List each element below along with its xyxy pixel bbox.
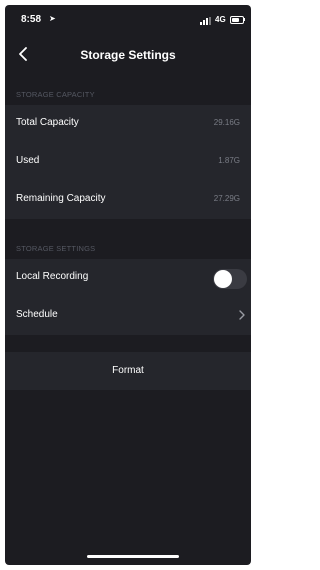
remaining-capacity-label: Remaining Capacity bbox=[16, 193, 106, 204]
used-value: 1.87G bbox=[218, 156, 240, 165]
home-indicator[interactable] bbox=[87, 555, 179, 558]
battery-icon bbox=[230, 16, 244, 24]
toggle-knob bbox=[214, 270, 232, 288]
network-label: 4G bbox=[215, 15, 226, 24]
remaining-capacity-value: 27.29G bbox=[213, 194, 240, 203]
used-row: Used 1.87G bbox=[5, 143, 251, 181]
local-recording-label: Local Recording bbox=[16, 271, 89, 282]
status-bar: 8:58 ➤ 4G bbox=[5, 5, 251, 35]
total-capacity-label: Total Capacity bbox=[16, 117, 79, 128]
status-time: 8:58 bbox=[21, 14, 42, 25]
page-title: Storage Settings bbox=[80, 48, 176, 62]
section-header-storage-capacity: STORAGE CAPACITY bbox=[5, 83, 251, 105]
used-label: Used bbox=[16, 155, 40, 166]
format-label: Format bbox=[112, 365, 144, 376]
storage-capacity-group: Total Capacity 29.16G Used 1.87G Remaini… bbox=[5, 105, 251, 219]
local-recording-toggle[interactable] bbox=[213, 269, 247, 289]
total-capacity-row: Total Capacity 29.16G bbox=[5, 105, 251, 143]
signal-icon bbox=[200, 17, 214, 25]
location-arrow-icon: ➤ bbox=[49, 14, 56, 23]
storage-settings-group: Local Recording Schedule bbox=[5, 259, 251, 335]
phone-screen: 8:58 ➤ 4G Storage Settings STORAGE CAPAC… bbox=[5, 5, 251, 565]
schedule-row[interactable]: Schedule bbox=[5, 297, 251, 335]
section-header-label: STORAGE SETTINGS bbox=[16, 244, 96, 253]
format-button[interactable]: Format bbox=[5, 352, 251, 390]
battery-tip bbox=[244, 18, 245, 21]
nav-bar: Storage Settings bbox=[5, 35, 251, 71]
total-capacity-value: 29.16G bbox=[213, 118, 240, 127]
schedule-label: Schedule bbox=[16, 309, 58, 320]
chevron-right-icon bbox=[239, 310, 245, 320]
section-header-label: STORAGE CAPACITY bbox=[16, 90, 95, 99]
local-recording-row: Local Recording bbox=[5, 259, 251, 297]
remaining-capacity-row: Remaining Capacity 27.29G bbox=[5, 181, 251, 219]
section-header-storage-settings: STORAGE SETTINGS bbox=[5, 237, 251, 259]
